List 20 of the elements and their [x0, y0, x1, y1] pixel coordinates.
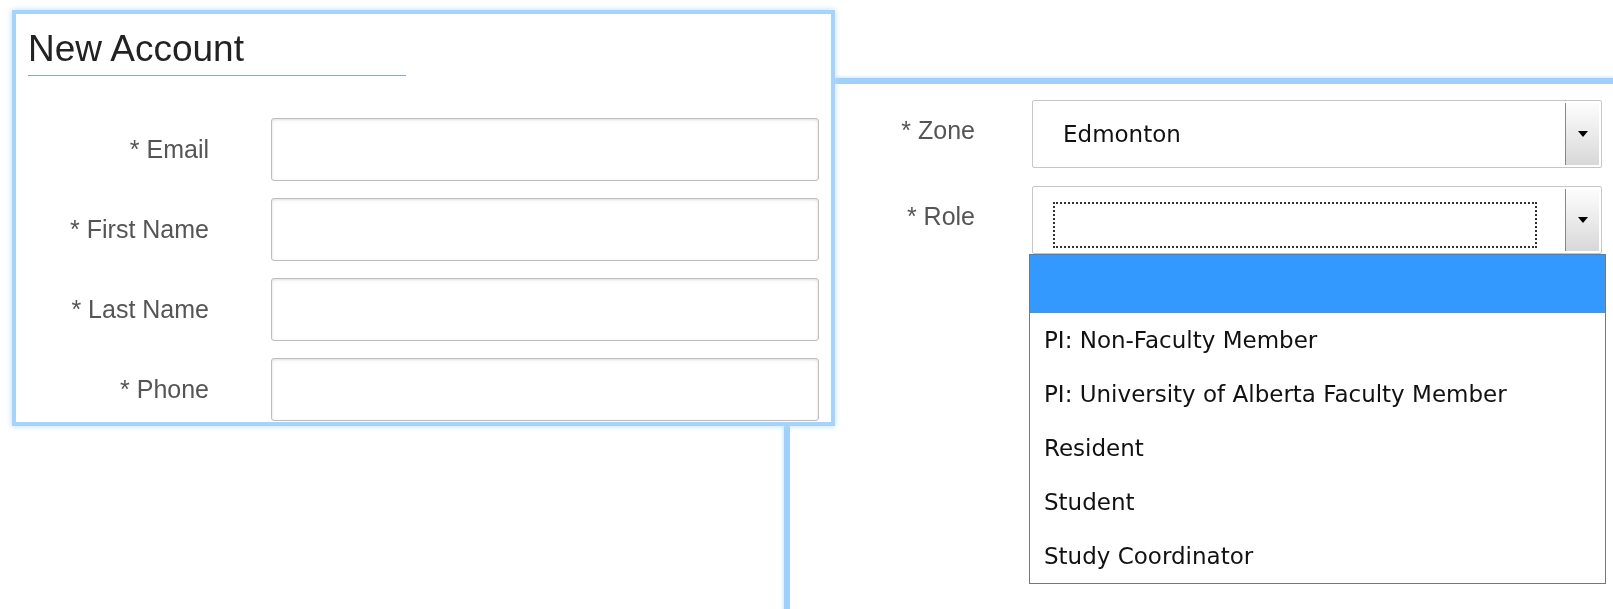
zone-label: * Zone [900, 115, 975, 145]
role-label: * Role [905, 201, 975, 231]
input-field[interactable] [271, 278, 819, 341]
dropdown-option[interactable]: Study Coordinator [1030, 529, 1605, 583]
field-label: * Phone [119, 375, 209, 404]
input-field[interactable] [271, 198, 819, 261]
field-label: * Last Name [70, 295, 209, 324]
role-dropdown[interactable] [1032, 186, 1602, 254]
input-field[interactable] [271, 358, 819, 421]
dropdown-arrow-icon [1577, 217, 1588, 223]
form-title: New Account [28, 28, 406, 76]
dropdown-option[interactable]: PI: Non-Faculty Member [1030, 313, 1605, 367]
input-field[interactable] [271, 118, 819, 181]
dropdown-option[interactable]: PI: University of Alberta Faculty Member [1030, 367, 1605, 421]
field-label: * Email [128, 135, 209, 164]
dropdown-option[interactable]: Student [1030, 475, 1605, 529]
zone-dropdown[interactable]: Edmonton [1032, 100, 1602, 168]
dropdown-arrow-icon [1577, 131, 1588, 137]
field-label: * First Name [69, 215, 209, 244]
dropdown-option[interactable]: Resident [1030, 421, 1605, 475]
